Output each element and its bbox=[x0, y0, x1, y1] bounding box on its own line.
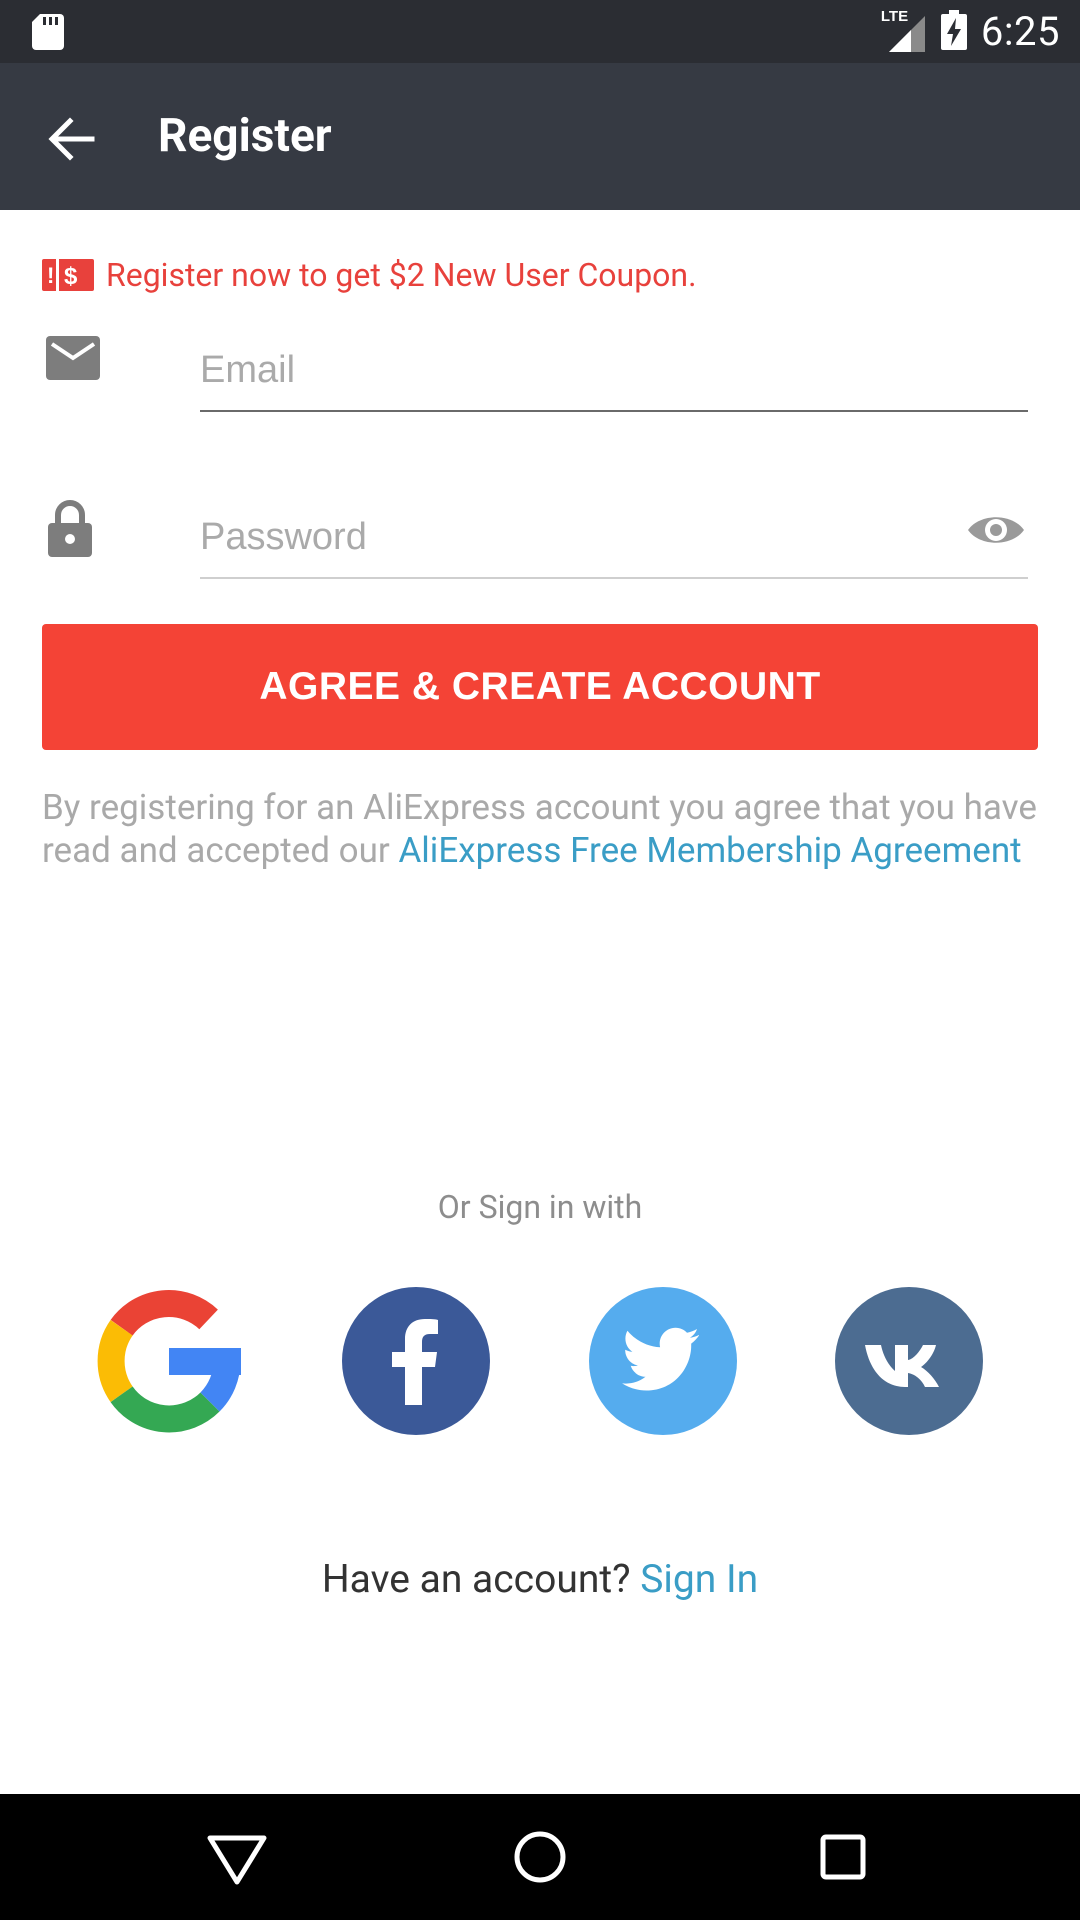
vk-icon bbox=[865, 1345, 939, 1387]
app-bar: Register bbox=[0, 63, 1080, 210]
facebook-icon bbox=[392, 1319, 438, 1405]
coupon-icon: ! $ bbox=[42, 259, 94, 291]
signin-prompt-text: Have an account? bbox=[321, 1556, 641, 1602]
google-icon bbox=[97, 1290, 241, 1433]
signin-prompt: Have an account? Sign In bbox=[0, 1556, 1080, 1602]
nav-recents-icon[interactable] bbox=[810, 1824, 876, 1890]
system-nav-bar bbox=[0, 1794, 1080, 1920]
email-field[interactable] bbox=[200, 340, 1028, 400]
password-row bbox=[0, 495, 1080, 585]
eye-icon[interactable] bbox=[966, 505, 1026, 555]
page-title: Register bbox=[158, 109, 332, 163]
terms-text: By registering for an AliExpress account… bbox=[42, 786, 1042, 872]
status-time: 6:25 bbox=[980, 8, 1060, 55]
svg-text:!: ! bbox=[47, 263, 54, 288]
sd-card-icon bbox=[32, 14, 64, 54]
password-field[interactable] bbox=[200, 507, 940, 567]
google-signin-button[interactable] bbox=[95, 1287, 243, 1435]
social-signin-heading: Or Sign in with bbox=[437, 1188, 643, 1226]
nav-home-icon[interactable] bbox=[507, 1824, 573, 1890]
password-underline bbox=[200, 577, 1028, 579]
email-underline bbox=[200, 410, 1028, 412]
membership-agreement-link[interactable]: AliExpress Free Membership Agreement bbox=[398, 830, 1021, 871]
vk-signin-button[interactable] bbox=[835, 1287, 983, 1435]
twitter-signin-button[interactable] bbox=[589, 1287, 737, 1435]
twitter-icon bbox=[622, 1327, 699, 1391]
status-bar: LTE 6:25 bbox=[0, 0, 1080, 63]
create-account-button[interactable]: AGREE & CREATE ACCOUNT bbox=[42, 624, 1038, 750]
lte-signal-icon: LTE bbox=[881, 8, 927, 54]
nav-back-icon[interactable] bbox=[204, 1824, 270, 1890]
lock-icon bbox=[46, 499, 94, 563]
mail-icon bbox=[46, 336, 100, 384]
email-row bbox=[0, 330, 1080, 420]
arrow-back-icon[interactable] bbox=[44, 111, 100, 167]
signin-link[interactable]: Sign In bbox=[640, 1556, 758, 1602]
facebook-signin-button[interactable] bbox=[342, 1287, 490, 1435]
battery-charging-icon bbox=[940, 9, 967, 54]
promo-banner: ! $ Register now to get $2 New User Coup… bbox=[42, 256, 697, 294]
promo-text: Register now to get $2 New User Coupon. bbox=[106, 256, 697, 294]
svg-text:$: $ bbox=[64, 263, 78, 290]
